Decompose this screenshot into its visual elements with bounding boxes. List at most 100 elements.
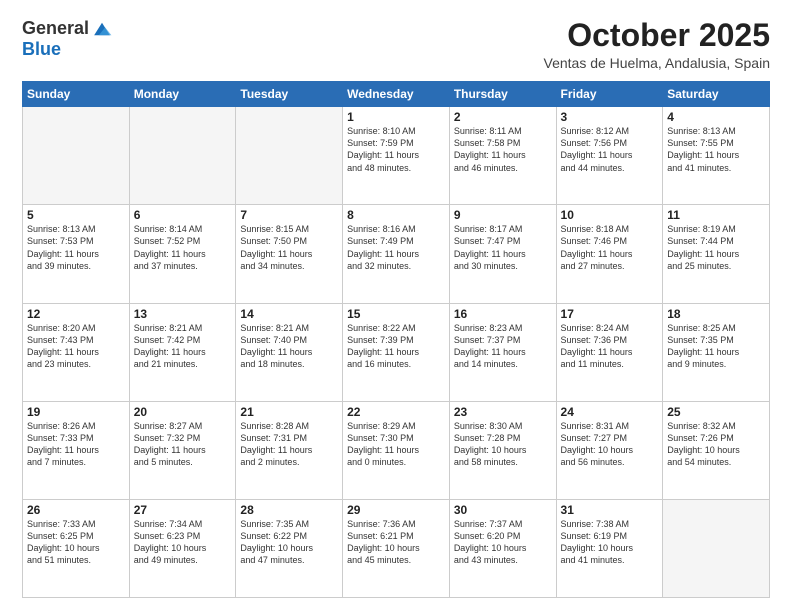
table-row: 12Sunrise: 8:20 AMSunset: 7:43 PMDayligh… (23, 303, 130, 401)
table-row: 27Sunrise: 7:34 AMSunset: 6:23 PMDayligh… (129, 499, 236, 597)
table-row (23, 107, 130, 205)
calendar-week-row: 5Sunrise: 8:13 AMSunset: 7:53 PMDaylight… (23, 205, 770, 303)
day-number: 4 (667, 110, 765, 124)
th-sunday: Sunday (23, 82, 130, 107)
table-row: 29Sunrise: 7:36 AMSunset: 6:21 PMDayligh… (343, 499, 450, 597)
table-row: 1Sunrise: 8:10 AMSunset: 7:59 PMDaylight… (343, 107, 450, 205)
day-number: 18 (667, 307, 765, 321)
table-row: 6Sunrise: 8:14 AMSunset: 7:52 PMDaylight… (129, 205, 236, 303)
table-row: 11Sunrise: 8:19 AMSunset: 7:44 PMDayligh… (663, 205, 770, 303)
day-info: Sunrise: 8:13 AMSunset: 7:53 PMDaylight:… (27, 223, 125, 272)
table-row: 18Sunrise: 8:25 AMSunset: 7:35 PMDayligh… (663, 303, 770, 401)
day-number: 12 (27, 307, 125, 321)
logo-text: General Blue (22, 18, 113, 60)
table-row: 22Sunrise: 8:29 AMSunset: 7:30 PMDayligh… (343, 401, 450, 499)
table-row: 10Sunrise: 8:18 AMSunset: 7:46 PMDayligh… (556, 205, 663, 303)
title-block: October 2025 Ventas de Huelma, Andalusia… (544, 18, 771, 71)
day-info: Sunrise: 8:27 AMSunset: 7:32 PMDaylight:… (134, 420, 232, 469)
day-info: Sunrise: 8:17 AMSunset: 7:47 PMDaylight:… (454, 223, 552, 272)
day-number: 29 (347, 503, 445, 517)
day-info: Sunrise: 8:23 AMSunset: 7:37 PMDaylight:… (454, 322, 552, 371)
table-row: 3Sunrise: 8:12 AMSunset: 7:56 PMDaylight… (556, 107, 663, 205)
table-row: 5Sunrise: 8:13 AMSunset: 7:53 PMDaylight… (23, 205, 130, 303)
location-title: Ventas de Huelma, Andalusia, Spain (544, 55, 771, 71)
table-row: 25Sunrise: 8:32 AMSunset: 7:26 PMDayligh… (663, 401, 770, 499)
table-row: 20Sunrise: 8:27 AMSunset: 7:32 PMDayligh… (129, 401, 236, 499)
day-info: Sunrise: 7:33 AMSunset: 6:25 PMDaylight:… (27, 518, 125, 567)
day-number: 21 (240, 405, 338, 419)
table-row: 15Sunrise: 8:22 AMSunset: 7:39 PMDayligh… (343, 303, 450, 401)
table-row: 4Sunrise: 8:13 AMSunset: 7:55 PMDaylight… (663, 107, 770, 205)
table-row: 7Sunrise: 8:15 AMSunset: 7:50 PMDaylight… (236, 205, 343, 303)
day-number: 20 (134, 405, 232, 419)
day-number: 22 (347, 405, 445, 419)
day-number: 1 (347, 110, 445, 124)
day-number: 25 (667, 405, 765, 419)
day-info: Sunrise: 7:34 AMSunset: 6:23 PMDaylight:… (134, 518, 232, 567)
calendar-header-row: Sunday Monday Tuesday Wednesday Thursday… (23, 82, 770, 107)
day-info: Sunrise: 8:15 AMSunset: 7:50 PMDaylight:… (240, 223, 338, 272)
calendar: Sunday Monday Tuesday Wednesday Thursday… (22, 81, 770, 598)
table-row: 23Sunrise: 8:30 AMSunset: 7:28 PMDayligh… (449, 401, 556, 499)
day-number: 9 (454, 208, 552, 222)
table-row: 24Sunrise: 8:31 AMSunset: 7:27 PMDayligh… (556, 401, 663, 499)
logo-icon (91, 18, 113, 40)
day-number: 13 (134, 307, 232, 321)
day-info: Sunrise: 7:35 AMSunset: 6:22 PMDaylight:… (240, 518, 338, 567)
table-row: 31Sunrise: 7:38 AMSunset: 6:19 PMDayligh… (556, 499, 663, 597)
day-info: Sunrise: 8:12 AMSunset: 7:56 PMDaylight:… (561, 125, 659, 174)
table-row: 9Sunrise: 8:17 AMSunset: 7:47 PMDaylight… (449, 205, 556, 303)
day-info: Sunrise: 7:38 AMSunset: 6:19 PMDaylight:… (561, 518, 659, 567)
day-number: 6 (134, 208, 232, 222)
day-info: Sunrise: 8:16 AMSunset: 7:49 PMDaylight:… (347, 223, 445, 272)
table-row (663, 499, 770, 597)
table-row (236, 107, 343, 205)
calendar-week-row: 26Sunrise: 7:33 AMSunset: 6:25 PMDayligh… (23, 499, 770, 597)
logo-blue: Blue (22, 40, 113, 60)
th-tuesday: Tuesday (236, 82, 343, 107)
logo: General Blue (22, 18, 113, 60)
th-friday: Friday (556, 82, 663, 107)
day-info: Sunrise: 8:14 AMSunset: 7:52 PMDaylight:… (134, 223, 232, 272)
header: General Blue October 2025 Ventas de Huel… (22, 18, 770, 71)
table-row: 13Sunrise: 8:21 AMSunset: 7:42 PMDayligh… (129, 303, 236, 401)
day-info: Sunrise: 8:21 AMSunset: 7:42 PMDaylight:… (134, 322, 232, 371)
day-info: Sunrise: 8:22 AMSunset: 7:39 PMDaylight:… (347, 322, 445, 371)
table-row: 30Sunrise: 7:37 AMSunset: 6:20 PMDayligh… (449, 499, 556, 597)
day-info: Sunrise: 8:25 AMSunset: 7:35 PMDaylight:… (667, 322, 765, 371)
day-info: Sunrise: 8:32 AMSunset: 7:26 PMDaylight:… (667, 420, 765, 469)
day-number: 7 (240, 208, 338, 222)
table-row: 19Sunrise: 8:26 AMSunset: 7:33 PMDayligh… (23, 401, 130, 499)
day-number: 19 (27, 405, 125, 419)
day-info: Sunrise: 8:24 AMSunset: 7:36 PMDaylight:… (561, 322, 659, 371)
day-number: 28 (240, 503, 338, 517)
day-info: Sunrise: 8:29 AMSunset: 7:30 PMDaylight:… (347, 420, 445, 469)
day-info: Sunrise: 7:36 AMSunset: 6:21 PMDaylight:… (347, 518, 445, 567)
day-number: 10 (561, 208, 659, 222)
page: General Blue October 2025 Ventas de Huel… (0, 0, 792, 612)
day-number: 3 (561, 110, 659, 124)
day-number: 11 (667, 208, 765, 222)
calendar-week-row: 19Sunrise: 8:26 AMSunset: 7:33 PMDayligh… (23, 401, 770, 499)
day-number: 17 (561, 307, 659, 321)
day-info: Sunrise: 8:30 AMSunset: 7:28 PMDaylight:… (454, 420, 552, 469)
th-wednesday: Wednesday (343, 82, 450, 107)
th-thursday: Thursday (449, 82, 556, 107)
table-row (129, 107, 236, 205)
day-info: Sunrise: 8:10 AMSunset: 7:59 PMDaylight:… (347, 125, 445, 174)
day-number: 31 (561, 503, 659, 517)
day-number: 8 (347, 208, 445, 222)
day-number: 16 (454, 307, 552, 321)
day-info: Sunrise: 8:13 AMSunset: 7:55 PMDaylight:… (667, 125, 765, 174)
table-row: 26Sunrise: 7:33 AMSunset: 6:25 PMDayligh… (23, 499, 130, 597)
day-number: 15 (347, 307, 445, 321)
day-number: 23 (454, 405, 552, 419)
table-row: 2Sunrise: 8:11 AMSunset: 7:58 PMDaylight… (449, 107, 556, 205)
month-title: October 2025 (544, 18, 771, 53)
day-info: Sunrise: 8:26 AMSunset: 7:33 PMDaylight:… (27, 420, 125, 469)
table-row: 17Sunrise: 8:24 AMSunset: 7:36 PMDayligh… (556, 303, 663, 401)
day-info: Sunrise: 8:21 AMSunset: 7:40 PMDaylight:… (240, 322, 338, 371)
table-row: 16Sunrise: 8:23 AMSunset: 7:37 PMDayligh… (449, 303, 556, 401)
day-number: 30 (454, 503, 552, 517)
day-number: 2 (454, 110, 552, 124)
